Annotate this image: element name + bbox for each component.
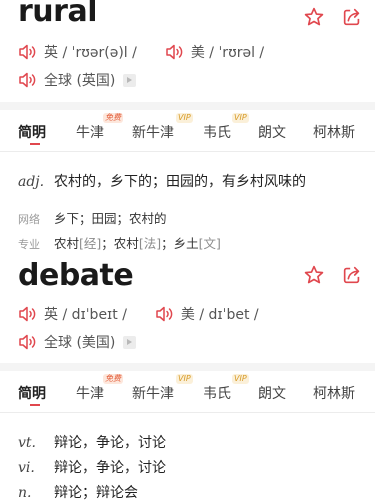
dictionary-tabs: 简明 牛津 免费 新牛津 VIP 韦氏 VIP 朗文 柯林斯 bbox=[0, 113, 375, 150]
tab-niujin[interactable]: 牛津 免费 bbox=[76, 374, 123, 403]
play-arrow-icon[interactable] bbox=[123, 73, 137, 87]
share-icon[interactable] bbox=[341, 264, 363, 286]
tab-langwen[interactable]: 朗文 bbox=[258, 383, 286, 403]
part-of-speech: vt. bbox=[18, 435, 36, 451]
pro-tag: [经] bbox=[79, 236, 102, 251]
part-of-speech: n. bbox=[18, 485, 32, 500]
pron-us[interactable]: 美 / dɪˈbet / bbox=[155, 304, 259, 324]
professional-definition-row: 专业 农村[经]；农村[法]；乡土[文] bbox=[18, 233, 221, 252]
tab-label: 新牛津 bbox=[132, 125, 174, 141]
tab-label: 韦氏 bbox=[203, 386, 231, 402]
professional-label: 专业 bbox=[18, 238, 40, 251]
pro-term: 农村 bbox=[54, 236, 80, 251]
tab-label: 新牛津 bbox=[132, 386, 174, 402]
pron-global-text: 全球 (美国) bbox=[44, 335, 116, 351]
tab-weishi[interactable]: 韦氏 VIP bbox=[203, 374, 249, 403]
definition-text: 辩论；辩论会 bbox=[54, 485, 138, 500]
pro-separator: ； bbox=[101, 236, 114, 251]
definition-text: 辩论，争论，讨论 bbox=[54, 435, 166, 451]
web-label: 网络 bbox=[18, 213, 40, 226]
headword: rural bbox=[18, 0, 97, 29]
speaker-icon[interactable] bbox=[155, 306, 175, 322]
free-badge: 免费 bbox=[103, 113, 123, 123]
pron-uk-text: 英 / ˈrʊər(ə)l / bbox=[44, 45, 137, 61]
tab-xinniujin[interactable]: 新牛津 VIP bbox=[132, 113, 193, 142]
part-of-speech: vi. bbox=[18, 460, 35, 476]
pro-tag: [文] bbox=[198, 236, 221, 251]
pron-uk[interactable]: 英 / ˈrʊər(ə)l / bbox=[18, 42, 137, 62]
pron-global[interactable]: 全球 (美国) bbox=[18, 332, 137, 352]
share-icon[interactable] bbox=[341, 6, 363, 28]
tab-label: 牛津 bbox=[76, 125, 104, 141]
pro-tag: [法] bbox=[138, 236, 162, 251]
definition-row: vi. 辩论，争论，讨论 bbox=[18, 457, 166, 477]
vip-badge: VIP bbox=[232, 113, 249, 123]
web-definition-row: 网络 乡下；田园；农村的 bbox=[18, 208, 167, 227]
pron-us[interactable]: 美 / ˈrʊrəl / bbox=[165, 42, 264, 62]
web-value: 乡下；田园；农村的 bbox=[54, 211, 167, 226]
part-of-speech: adj. bbox=[18, 174, 45, 190]
definition-text: 农村的，乡下的；田园的，有乡村风味的 bbox=[54, 174, 306, 190]
tab-label: 牛津 bbox=[76, 386, 104, 402]
speaker-icon[interactable] bbox=[18, 44, 38, 60]
tab-kelinsi[interactable]: 柯林斯 bbox=[313, 383, 355, 403]
tabs-divider bbox=[0, 151, 375, 152]
pron-uk-text: 英 / dɪˈbeɪt / bbox=[44, 307, 127, 323]
headword-actions bbox=[303, 264, 363, 286]
definition-row: vt. 辩论，争论，讨论 bbox=[18, 432, 166, 452]
tab-niujin[interactable]: 牛津 免费 bbox=[76, 113, 123, 142]
active-tab-indicator bbox=[30, 404, 40, 406]
pron-us-text: 美 / dɪˈbet / bbox=[180, 307, 259, 323]
tab-weishi[interactable]: 韦氏 VIP bbox=[203, 113, 249, 142]
pron-global[interactable]: 全球 (英国) bbox=[18, 70, 137, 90]
tab-jianming[interactable]: 简明 bbox=[18, 122, 46, 142]
definition-row: n. 辩论；辩论会 bbox=[18, 482, 138, 500]
play-arrow-icon[interactable] bbox=[123, 335, 137, 349]
pron-us-text: 美 / ˈrʊrəl / bbox=[190, 45, 265, 61]
definition-row: adj. 农村的，乡下的；田园的，有乡村风味的 bbox=[18, 171, 306, 191]
tab-xinniujin[interactable]: 新牛津 VIP bbox=[132, 374, 193, 403]
pronunciation-row: 英 / dɪˈbeɪt / 美 / dɪˈbet / bbox=[18, 304, 287, 324]
tab-langwen[interactable]: 朗文 bbox=[258, 122, 286, 142]
vip-badge: VIP bbox=[176, 113, 193, 123]
free-badge: 免费 bbox=[103, 374, 123, 384]
pro-term: 农村 bbox=[113, 236, 139, 251]
active-tab-indicator bbox=[30, 143, 40, 145]
section-separator bbox=[0, 363, 375, 371]
pron-global-text: 全球 (英国) bbox=[44, 73, 116, 89]
pronunciation-global-row: 全球 (英国) bbox=[18, 70, 164, 90]
speaker-icon[interactable] bbox=[18, 306, 38, 322]
headword: debate bbox=[18, 258, 134, 293]
star-icon[interactable] bbox=[303, 6, 325, 28]
speaker-icon[interactable] bbox=[165, 44, 185, 60]
definition-text: 辩论，争论，讨论 bbox=[54, 460, 166, 476]
speaker-icon[interactable] bbox=[18, 334, 38, 350]
section-separator bbox=[0, 102, 375, 110]
dictionary-tabs: 简明 牛津 免费 新牛津 VIP 韦氏 VIP 朗文 柯林斯 bbox=[0, 374, 375, 411]
tabs-divider bbox=[0, 412, 375, 413]
tab-label: 韦氏 bbox=[203, 125, 231, 141]
pron-uk[interactable]: 英 / dɪˈbeɪt / bbox=[18, 304, 127, 324]
pronunciation-row: 英 / ˈrʊər(ə)l / 美 / ˈrʊrəl / bbox=[18, 42, 292, 62]
vip-badge: VIP bbox=[176, 374, 193, 384]
pro-term: 乡土 bbox=[173, 236, 199, 251]
headword-actions bbox=[303, 6, 363, 28]
vip-badge: VIP bbox=[232, 374, 249, 384]
tab-jianming[interactable]: 简明 bbox=[18, 383, 46, 403]
star-icon[interactable] bbox=[303, 264, 325, 286]
professional-value: 农村[经]；农村[法]；乡土[文] bbox=[54, 233, 221, 252]
pro-separator: ； bbox=[161, 236, 174, 251]
speaker-icon[interactable] bbox=[18, 72, 38, 88]
tab-kelinsi[interactable]: 柯林斯 bbox=[313, 122, 355, 142]
pronunciation-global-row: 全球 (美国) bbox=[18, 332, 164, 352]
